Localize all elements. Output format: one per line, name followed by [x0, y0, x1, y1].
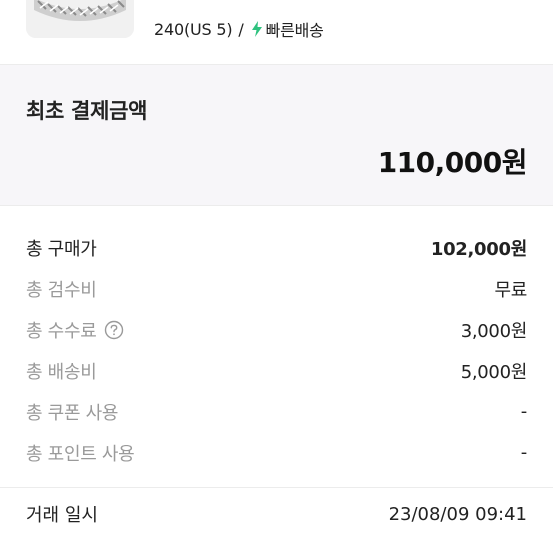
- product-thumbnail[interactable]: [26, 0, 134, 38]
- initial-payment-label: 최초 결제금액: [26, 99, 148, 123]
- payment-breakdown: 총 구매가 102,000원 총 검수비 무료 총 수수료 3,000원 총 배…: [0, 227, 553, 473]
- size-delivery-line: 240(US 5) / 빠른배송: [154, 17, 324, 41]
- breakdown-value: -: [520, 401, 528, 422]
- breakdown-row-inspection-fee: 총 검수비 무료: [26, 268, 527, 309]
- breakdown-row-shipping-fee: 총 배송비 5,000원: [26, 350, 527, 391]
- breakdown-row-points: 총 포인트 사용 -: [26, 432, 527, 473]
- transaction-value: 23/08/09 09:41: [388, 503, 527, 525]
- breakdown-value: 3,000원: [460, 320, 528, 342]
- breakdown-label: 총 포인트 사용: [26, 443, 135, 465]
- breakdown-label: 총 쿠폰 사용: [26, 402, 119, 424]
- breakdown-row-purchase-price: 총 구매가 102,000원: [26, 227, 527, 268]
- section-divider: [0, 487, 553, 488]
- breakdown-label: 총 수수료: [26, 320, 97, 342]
- delivery-label: 빠른배송: [265, 21, 324, 40]
- product-summary: 240(US 5) / 빠른배송: [0, 0, 553, 65]
- transaction-label: 거래 일시: [26, 505, 98, 526]
- initial-payment-amount: 110,000원: [377, 146, 528, 179]
- breakdown-value: 5,000원: [460, 361, 528, 383]
- separator: /: [238, 19, 244, 39]
- sneaker-image: [26, 0, 134, 38]
- breakdown-label-wrap: 총 수수료: [26, 317, 124, 343]
- initial-payment-section: 최초 결제금액 110,000원: [0, 65, 553, 206]
- lightning-icon: [250, 20, 264, 38]
- breakdown-value: 무료: [494, 279, 527, 301]
- breakdown-value: -: [520, 442, 528, 463]
- breakdown-row-commission: 총 수수료 3,000원: [26, 309, 527, 350]
- help-icon[interactable]: [104, 320, 124, 340]
- transaction-datetime-row: 거래 일시 23/08/09 09:41: [0, 490, 553, 538]
- breakdown-label: 총 구매가: [26, 238, 97, 260]
- size-text: 240(US 5): [154, 19, 233, 39]
- breakdown-label: 총 검수비: [26, 279, 97, 301]
- breakdown-row-coupon: 총 쿠폰 사용 -: [26, 391, 527, 432]
- breakdown-label: 총 배송비: [26, 361, 97, 383]
- breakdown-value: 102,000원: [430, 238, 527, 260]
